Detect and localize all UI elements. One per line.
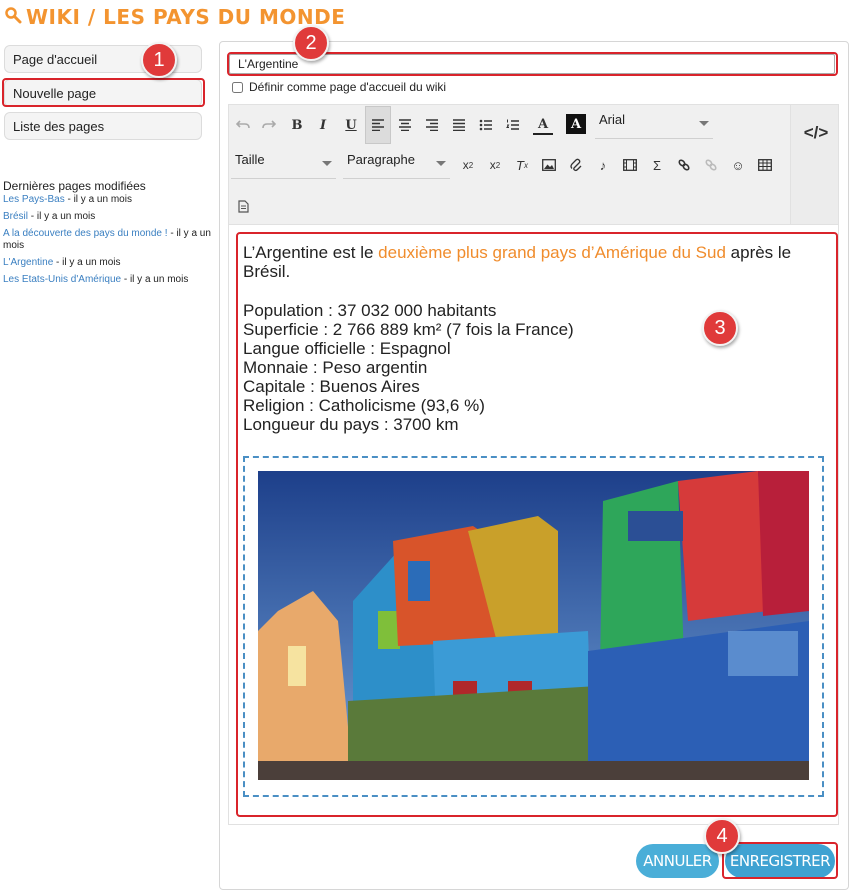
font-family-value: Arial [599, 112, 626, 127]
image-icon[interactable] [539, 155, 559, 175]
bulleted-list-icon[interactable] [476, 115, 496, 135]
undo-icon[interactable] [233, 115, 253, 135]
recent-page-link[interactable]: Brésil [3, 211, 28, 222]
italic-icon[interactable]: I [313, 115, 333, 135]
unlink-icon[interactable] [701, 155, 721, 175]
format-select[interactable]: Paragraphe [343, 149, 450, 179]
list-item: L'Argentine - il y a un mois [3, 257, 121, 268]
document-icon[interactable] [233, 196, 253, 216]
homepage-checkbox-label: Définir comme page d'accueil du wiki [249, 80, 447, 94]
homepage-checkbox[interactable] [232, 81, 243, 93]
cancel-button[interactable]: ANNULER [636, 844, 719, 878]
homepage-checkbox-row[interactable]: Définir comme page d'accueil du wiki [232, 80, 446, 94]
fact-line: Langue officielle : Espagnol [243, 339, 451, 358]
recent-page-link[interactable]: A la découverte des pays du monde ! [3, 228, 168, 239]
subscript-icon[interactable]: x2 [458, 155, 478, 175]
page-header: WIKI / LES PAYS DU MONDE [4, 4, 345, 30]
background-color-icon[interactable]: A [566, 114, 586, 134]
font-size-select[interactable]: Taille [231, 149, 336, 179]
underline-icon[interactable]: U [341, 115, 361, 135]
list-item: A la découverte des pays du monde ! - il… [3, 228, 211, 251]
search-icon [4, 6, 22, 29]
recent-page-link[interactable]: Les Etats-Unis d'Amérique [3, 274, 121, 285]
font-family-select[interactable]: Arial [595, 109, 713, 139]
fact-line: Longueur du pays : 3700 km [243, 415, 459, 434]
sidebar-item-new-page[interactable]: Nouvelle page [4, 79, 202, 107]
editor-toolbar: B I U A A Arial Taille Paragraphe x2 x2 … [228, 104, 791, 225]
fact-line: Capitale : Buenos Aires [243, 377, 420, 396]
page-title: WIKI / LES PAYS DU MONDE [26, 5, 346, 29]
justify-icon[interactable] [449, 115, 469, 135]
align-right-icon[interactable] [422, 115, 442, 135]
link-icon[interactable] [674, 155, 694, 175]
bold-icon[interactable]: B [287, 115, 307, 135]
sidebar-item-page-list[interactable]: Liste des pages [4, 112, 202, 140]
superscript-icon[interactable]: x2 [485, 155, 505, 175]
editor-content[interactable]: L’Argentine est le deuxième plus grand p… [243, 243, 828, 434]
fact-line: Superficie : 2 766 889 km² (7 fois la Fr… [243, 320, 574, 339]
save-button[interactable]: ENREGISTRER [725, 844, 835, 878]
recent-pages-list: Les Pays-Bas - il y a un mois Brésil - i… [3, 194, 213, 291]
highlighted-text: deuxième plus grand pays d’Amérique du S… [378, 243, 726, 262]
recent-page-link[interactable]: L'Argentine [3, 257, 53, 268]
formula-icon[interactable]: Σ [647, 155, 667, 175]
fact-line: Monnaie : Peso argentin [243, 358, 428, 377]
align-center-icon[interactable] [395, 115, 415, 135]
text-color-icon[interactable]: A [533, 115, 553, 135]
colorful-houses-photo[interactable] [258, 471, 809, 780]
recent-pages-title: Dernières pages modifiées [3, 179, 146, 193]
clear-format-icon[interactable]: Tx [512, 155, 532, 175]
emoji-icon[interactable]: ☺ [728, 155, 748, 175]
lead-paragraph: L’Argentine est le deuxième plus grand p… [243, 243, 792, 281]
step-callout-3: 3 [702, 310, 738, 346]
music-icon[interactable]: ♪ [593, 155, 613, 175]
source-code-area: </> [791, 104, 839, 225]
step-callout-2: 2 [293, 25, 329, 61]
step-callout-4: 4 [704, 818, 740, 854]
step-callout-1: 1 [141, 42, 177, 78]
table-icon[interactable] [755, 155, 775, 175]
align-left-icon[interactable] [365, 106, 391, 144]
fact-line: Religion : Catholicisme (93,6 %) [243, 396, 485, 415]
fact-line: Population : 37 032 000 habitants [243, 301, 497, 320]
list-item: Les Pays-Bas - il y a un mois [3, 194, 132, 205]
recent-page-link[interactable]: Les Pays-Bas [3, 194, 65, 205]
format-value: Paragraphe [347, 152, 415, 167]
font-size-value: Taille [235, 152, 265, 167]
list-item: Les Etats-Unis d'Amérique - il y a un mo… [3, 274, 189, 285]
redo-icon[interactable] [259, 115, 279, 135]
list-item: Brésil - il y a un mois [3, 211, 96, 222]
numbered-list-icon[interactable] [503, 115, 523, 135]
video-icon[interactable] [620, 155, 640, 175]
code-view-icon[interactable]: </> [803, 123, 829, 143]
attachment-icon[interactable] [566, 155, 586, 175]
